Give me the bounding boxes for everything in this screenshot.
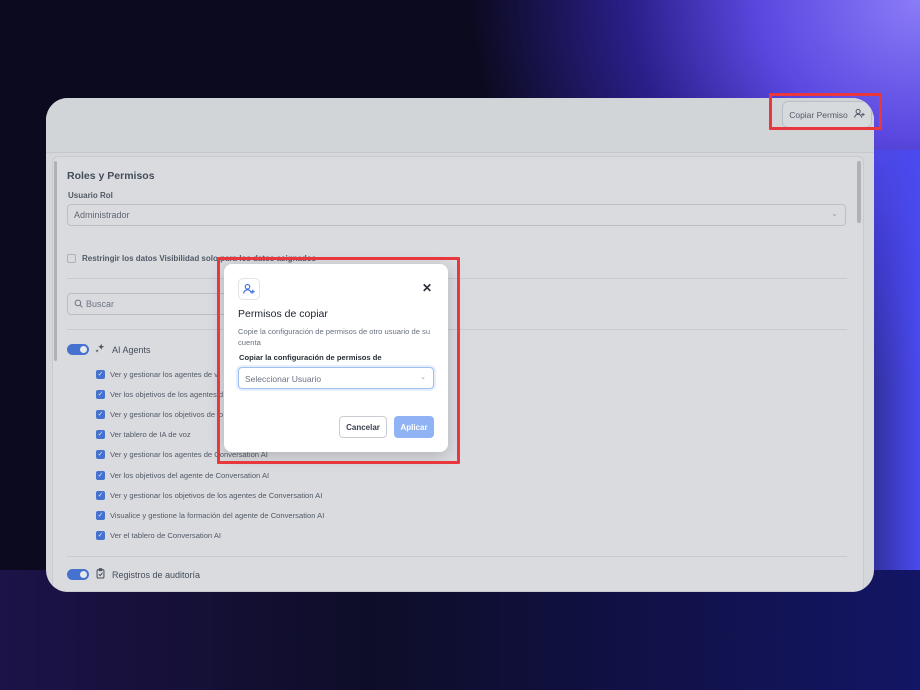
modal-description: Copie la configuración de permisos de ot… (238, 327, 431, 347)
select-user-dropdown[interactable]: Seleccionar Usuario ⌄ (238, 367, 434, 389)
chevron-down-icon: ⌄ (420, 374, 426, 381)
app-window: Copiar Permiso Roles y Permisos Usuario … (46, 98, 874, 592)
select-user-placeholder: Seleccionar Usuario (245, 374, 322, 384)
modal-title: Permisos de copiar (238, 308, 328, 320)
copy-from-label: Copiar la configuración de permisos de (239, 353, 382, 362)
modal-backdrop[interactable] (46, 98, 874, 592)
apply-button[interactable]: Aplicar (394, 416, 434, 438)
copy-permissions-modal: ✕ Permisos de copiar Copie la configurac… (224, 264, 448, 452)
user-plus-icon (238, 278, 260, 300)
cancel-button[interactable]: Cancelar (339, 416, 387, 438)
close-icon[interactable]: ✕ (422, 282, 432, 294)
